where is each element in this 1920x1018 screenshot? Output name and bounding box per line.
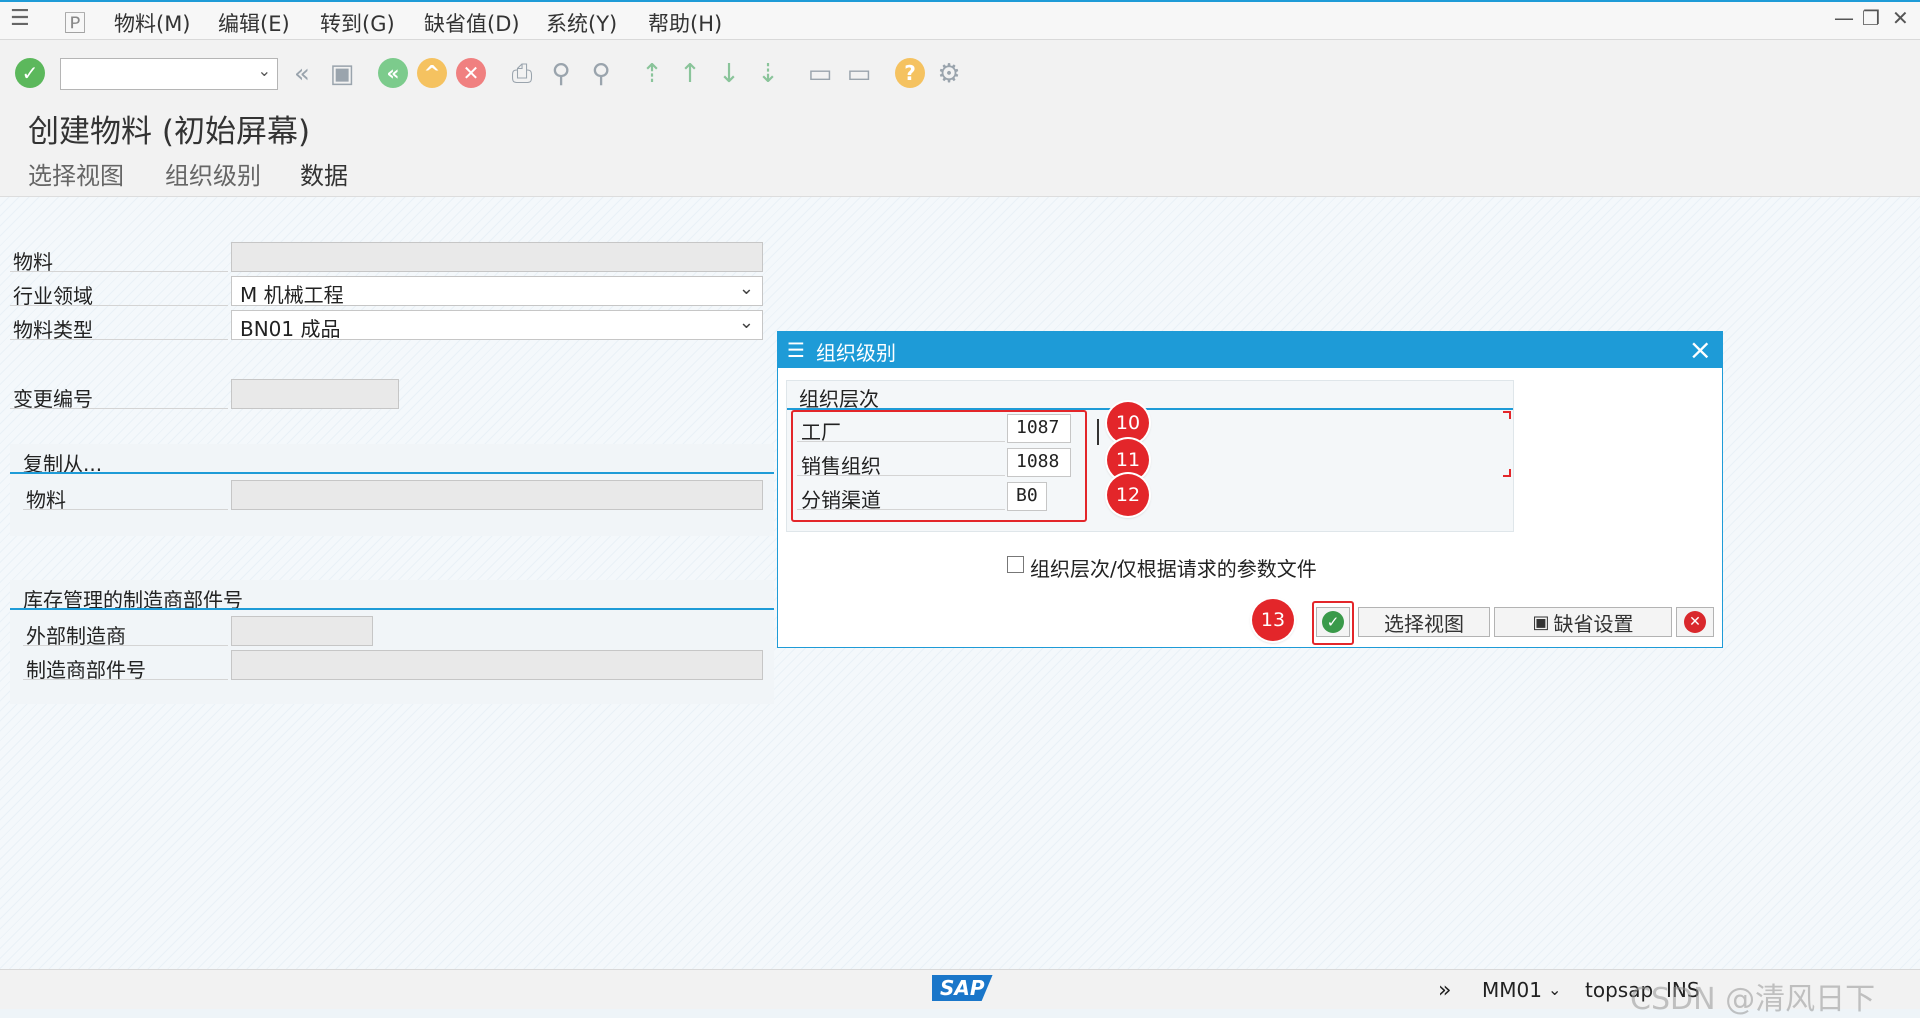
annotation-badge: 13 xyxy=(1252,599,1294,641)
system-menu-icon[interactable]: ☰ xyxy=(10,6,30,31)
cancel-icon: ✕ xyxy=(1684,611,1706,633)
menu-defaults[interactable]: 缺省值(D) xyxy=(424,8,520,38)
org-levels-dialog: ☰ 组织级别 × 组织层次 工厂 1087 销售组织 1088 分销渠道 B0 … xyxy=(777,331,1723,648)
checkbox-label: 组织层次/仅根据请求的参数文件 xyxy=(1030,557,1317,581)
save-icon[interactable]: ▣ xyxy=(326,58,358,90)
find-icon[interactable]: ⚲ xyxy=(545,58,577,90)
chevron-down-icon[interactable]: ⌄ xyxy=(258,61,271,80)
text-cursor xyxy=(1097,419,1099,445)
annotation-badge: 12 xyxy=(1107,474,1149,516)
divider xyxy=(10,305,228,306)
divider xyxy=(10,271,228,272)
divider xyxy=(23,509,228,510)
command-field[interactable]: ⌄ xyxy=(60,58,278,90)
title-bar: 创建物料 (初始屏幕) xyxy=(0,102,1920,150)
expand-icon[interactable]: » xyxy=(1438,978,1451,1003)
chevron-down-icon[interactable]: ⌄ xyxy=(739,312,754,333)
page-title: 创建物料 (初始屏幕) xyxy=(28,114,311,150)
fields-highlight xyxy=(791,410,1087,522)
close-icon[interactable]: × xyxy=(1689,333,1712,366)
new-session-icon[interactable]: ▭ xyxy=(804,58,836,90)
divider xyxy=(10,608,774,610)
status-bar: SAP » MM01 ⌄ topsap INS CSDN @清风日下 xyxy=(0,969,1920,1017)
select-views-button[interactable]: 选择视图 xyxy=(28,156,124,191)
select-views-dialog-button[interactable]: 选择视图 xyxy=(1358,607,1490,637)
next-page-icon[interactable]: ↓ xyxy=(713,58,745,90)
industry-value: M 机械工程 xyxy=(240,283,344,307)
help-icon[interactable]: ? xyxy=(895,58,925,88)
menu-system[interactable]: 系统(Y) xyxy=(546,8,617,38)
watermark: CSDN @清风日下 xyxy=(1630,982,1876,1017)
corner-mark xyxy=(1503,411,1511,419)
default-settings-label: 缺省设置 xyxy=(1553,611,1634,636)
cancel-icon[interactable]: ✕ xyxy=(456,58,486,88)
sap-logo: SAP xyxy=(932,975,993,1001)
minimize-icon[interactable]: — xyxy=(1834,6,1854,30)
dialog-header: ☰ 组织级别 × xyxy=(778,332,1722,368)
dialog-icon: ☰ xyxy=(787,338,805,362)
menu-help[interactable]: 帮助(H) xyxy=(648,8,722,38)
data-button[interactable]: 数据 xyxy=(300,156,348,191)
industry-select[interactable]: M 机械工程 ⌄ xyxy=(231,276,763,307)
annotation-badge: 10 xyxy=(1107,402,1149,444)
menu-goto[interactable]: 转到(G) xyxy=(320,8,395,38)
settings-icon[interactable]: ⚙ xyxy=(933,58,965,90)
application-toolbar: 选择视图 组织级别 数据 xyxy=(0,148,1920,197)
change-number-field[interactable] xyxy=(231,379,399,409)
find-next-icon[interactable]: ⚲ xyxy=(585,58,617,90)
chevron-down-icon[interactable]: ⌄ xyxy=(1548,980,1561,999)
back-icon[interactable]: « xyxy=(286,58,318,90)
menu-bar: ☰ 🄿 物料(M) 编辑(E) 转到(G) 缺省值(D) 系统(Y) 帮助(H)… xyxy=(0,0,1920,40)
print-icon[interactable]: ⎙ xyxy=(506,58,538,90)
mfr-part-field[interactable] xyxy=(231,650,763,680)
divider xyxy=(10,339,228,340)
menu-material[interactable]: 物料(M) xyxy=(114,8,191,38)
corner-mark xyxy=(1503,469,1511,477)
ext-manufacturer-field[interactable] xyxy=(231,616,373,646)
material-type-value: BN01 成品 xyxy=(240,317,341,341)
restore-icon[interactable]: ❐ xyxy=(1862,6,1880,30)
standard-toolbar: ✓ ⌄ « ▣ « ^ ✕ ⎙ ⚲ ⚲ ⇡ ↑ ↓ ⇣ ▭ ▭ ? ⚙ xyxy=(0,40,1920,102)
last-page-icon[interactable]: ⇣ xyxy=(752,58,784,90)
copy-material-field[interactable] xyxy=(231,480,763,510)
menu-edit[interactable]: 编辑(E) xyxy=(218,8,290,38)
confirm-highlight xyxy=(1312,601,1354,645)
prev-page-icon[interactable]: ↑ xyxy=(674,58,706,90)
divider xyxy=(10,472,774,474)
material-field[interactable] xyxy=(231,242,763,272)
divider xyxy=(23,645,228,646)
first-page-icon[interactable]: ⇡ xyxy=(636,58,668,90)
divider xyxy=(23,679,228,680)
divider xyxy=(10,408,228,409)
org-levels-button[interactable]: 组织级别 xyxy=(165,156,261,191)
save-icon: ▣ xyxy=(1532,611,1550,633)
chevron-down-icon[interactable]: ⌄ xyxy=(739,278,754,299)
cancel-dialog-button[interactable]: ✕ xyxy=(1676,607,1714,637)
back-green-icon[interactable]: « xyxy=(378,58,408,88)
exit-icon[interactable]: ^ xyxy=(417,58,447,88)
shortcut-icon[interactable]: ▭ xyxy=(843,58,875,90)
org-levels-checkbox[interactable] xyxy=(1007,556,1024,573)
material-type-select[interactable]: BN01 成品 ⌄ xyxy=(231,310,763,341)
default-settings-button[interactable]: ▣ 缺省设置 xyxy=(1494,607,1672,637)
close-window-icon[interactable]: ✕ xyxy=(1892,6,1909,30)
transaction-code: MM01 xyxy=(1482,978,1542,1002)
enter-icon[interactable]: ✓ xyxy=(15,58,45,88)
customize-icon[interactable]: 🄿 xyxy=(64,6,86,38)
dialog-title: 组织级别 xyxy=(816,341,896,365)
